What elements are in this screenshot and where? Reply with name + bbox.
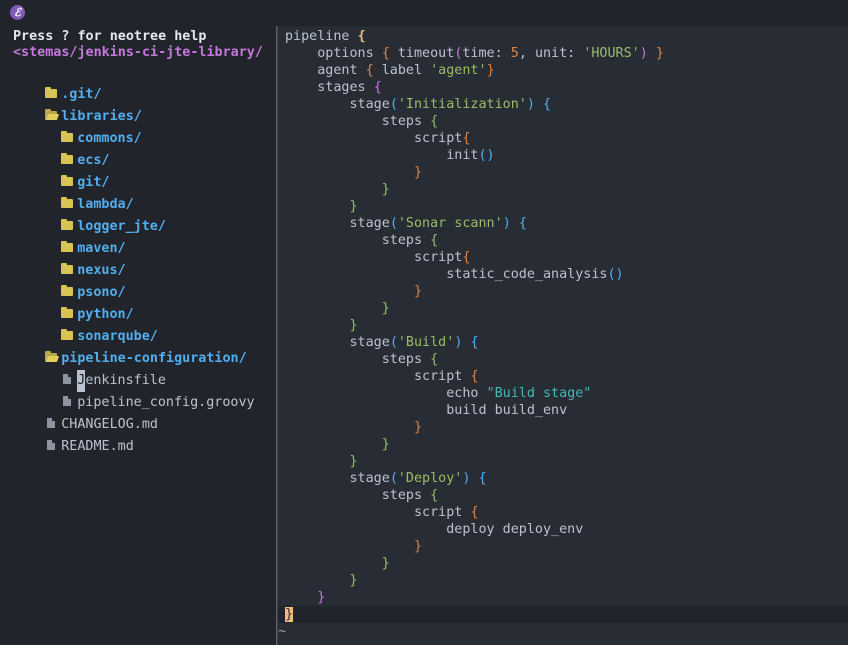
code-line-18: } [349,318,358,333]
tree-item-jenkinsfile[interactable]: Jenkinsfile [29,348,166,392]
code-line-4: stages { [317,80,382,95]
tree-item-commons[interactable]: commons/ [29,106,142,146]
code-line-28: steps { [381,488,439,503]
code-line-35: } [285,606,294,623]
code-line-33: } [349,573,358,588]
tree-item-python[interactable]: python/ [29,282,134,322]
tree-item-git[interactable]: .git/ [13,62,102,102]
tree-item-git-lib[interactable]: git/ [29,150,110,190]
tree-item-sonarqube[interactable]: sonarqube/ [29,304,158,344]
code-line-23: build build_env [446,403,568,418]
code-line-34: } [317,590,326,605]
tree-item-label: README.md [61,439,134,454]
code-line-7: script{ [414,131,471,146]
code-line-2: options { timeout(time: 5, unit: 'HOURS'… [317,46,664,61]
code-line-14: script{ [414,250,471,265]
tree-item-nexus[interactable]: nexus/ [29,238,126,278]
tree-item-ecs[interactable]: ecs/ [29,128,110,168]
code-line-24: } [414,420,423,435]
tree-item-maven[interactable]: maven/ [29,216,126,256]
tree-item-logger-jte[interactable]: logger_jte/ [29,194,166,234]
code-line-21: script { [414,369,479,384]
emacs-logo-icon: ℰ [10,5,25,20]
tree-item-readme[interactable]: README.md [13,414,134,454]
tree-item-lambda[interactable]: lambda/ [29,172,134,212]
tree-item-pipeline-config[interactable]: pipeline_config.groovy [29,370,255,410]
file-icon [47,440,56,450]
empty-line-marker: ~ [278,624,287,639]
code-line-11: } [349,199,358,214]
code-line-8: init() [446,148,495,163]
neotree-root-path[interactable]: <stemas/jenkins-ci-jte-library/ [13,44,263,62]
code-line-6: steps { [381,114,439,129]
code-line-3: agent { label 'agent'} [317,63,495,78]
title-bar: ℰ [0,0,848,27]
tree-item-changelog[interactable]: CHANGELOG.md [13,392,158,432]
code-editor[interactable]: pipeline { options { timeout(time: 5, un… [278,26,848,645]
code-line-31: } [414,539,423,554]
code-line-26: } [349,454,358,469]
code-line-15: static_code_analysis() [446,267,624,282]
editor-cursor: } [285,607,294,622]
code-line-27: stage('Deploy') { [349,471,487,486]
code-line-1: pipeline { [285,29,366,44]
code-line-10: } [381,182,390,197]
code-line-9: } [414,165,423,180]
tree-item-psono[interactable]: psono/ [29,260,126,300]
neotree-sidebar[interactable]: Press ? for neotree help <stemas/jenkins… [0,26,276,645]
code-line-5: stage('Initialization') { [349,97,552,112]
code-line-29: script { [414,505,479,520]
current-line-highlight [278,606,848,623]
code-line-13: steps { [381,233,439,248]
code-line-25: } [381,437,390,452]
code-line-19: stage('Build') { [349,335,479,350]
code-line-16: } [414,284,423,299]
code-line-12: stage('Sonar scann') { [349,216,527,231]
tree-item-libraries[interactable]: libraries/ [13,84,142,124]
code-line-22: echo "Build stage" [446,386,592,401]
code-line-32: } [381,556,390,571]
code-line-20: steps { [381,352,439,367]
code-line-30: deploy deploy_env [446,522,584,537]
code-line-17: } [381,301,390,316]
tree-item-pipeline-configuration[interactable]: pipeline-configuration/ [13,326,247,366]
